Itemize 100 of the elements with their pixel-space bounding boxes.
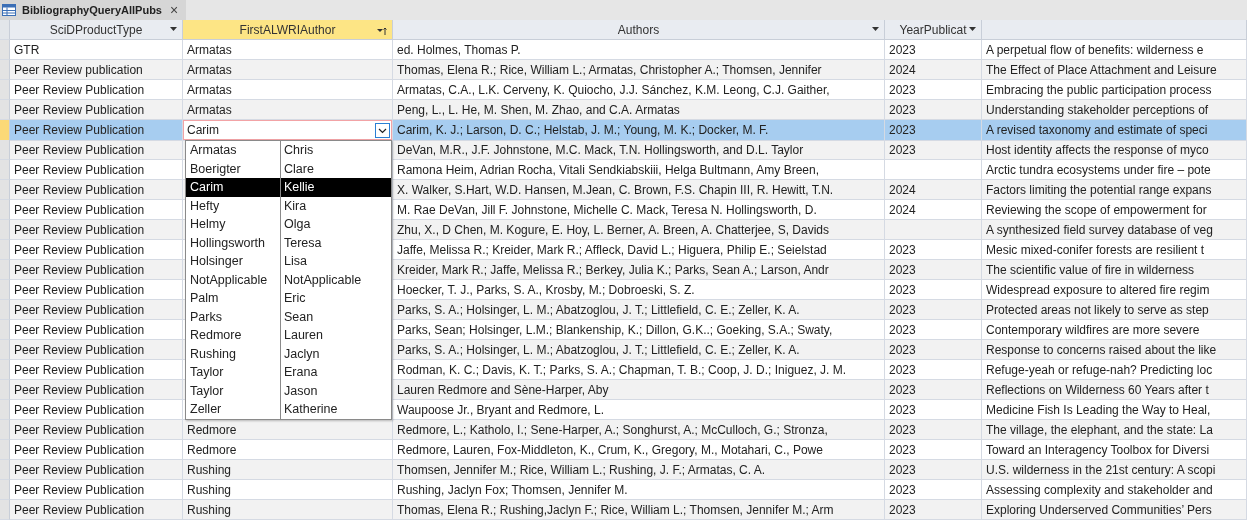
table-cell: Rushing xyxy=(187,462,232,477)
sort-ascending-icon[interactable] xyxy=(377,27,387,35)
record-selector[interactable] xyxy=(0,40,10,60)
record-selector[interactable] xyxy=(0,400,10,420)
dropdown-option[interactable]: Taylor Jason xyxy=(186,381,391,400)
table-cell: 2023 xyxy=(889,342,916,357)
record-selector[interactable] xyxy=(0,460,10,480)
table-cell: 2023 xyxy=(889,362,916,377)
dropdown-arrow-icon[interactable] xyxy=(872,27,879,31)
table-cell: Peer Review Publication xyxy=(14,482,145,497)
table-cell: Peng, L., L. He, M. Shen, M. Zhao, and C.A. Armatas xyxy=(397,102,680,117)
record-selector[interactable] xyxy=(0,160,10,180)
table-cell: Arctic tundra ecosystems under fire – pote xyxy=(986,162,1211,177)
dropdown-option[interactable]: Armatas Chris xyxy=(186,141,391,160)
table-cell: Peer Review Publication xyxy=(14,322,145,337)
table-cell: Peer Review Publication xyxy=(14,123,145,137)
record-selector[interactable] xyxy=(0,320,10,340)
table-cell: ed. Holmes, Thomas P. xyxy=(397,42,521,57)
dropdown-option[interactable]: NotApplicable NotApplicable xyxy=(186,270,391,289)
dropdown-option[interactable]: Palm Eric xyxy=(186,289,391,308)
dropdown-arrow-icon[interactable] xyxy=(969,27,976,31)
table-cell: Parks, Sean; Holsinger, L.M.; Blankenship, K.; Dillon, G.K..; Goeking, S.A.; Swaty, xyxy=(397,322,833,337)
record-selector[interactable] xyxy=(0,80,10,100)
table-cell: Peer Review Publication xyxy=(14,502,145,517)
record-selector[interactable] xyxy=(0,480,10,500)
table-cell: Rodman, K. C.; Davis, K. T.; Parks, S. A.; Chapman, T. B.; Coop, J. D.; Iniguez, J. M. xyxy=(397,362,847,377)
record-selector[interactable] xyxy=(0,420,10,440)
table-cell: Contemporary wildfires are more severe xyxy=(986,322,1200,337)
table-cell: A synthesized field survey database of veg xyxy=(986,222,1213,237)
dropdown-option[interactable]: Zeller Katherine xyxy=(186,400,391,419)
table-cell: Widespread exposure to altered fire regim xyxy=(986,282,1210,297)
table-cell: Peer Review Publication xyxy=(14,202,145,217)
record-selector[interactable] xyxy=(0,500,10,520)
table-cell: Peer Review Publication xyxy=(14,402,145,417)
table-cell: The Effect of Place Attachment and Leisure xyxy=(986,62,1217,77)
close-button[interactable]: × xyxy=(167,2,181,18)
table-cell: A revised taxonomy and estimate of speci xyxy=(986,123,1208,137)
table-cell: Peer Review Publication xyxy=(14,302,145,317)
dropdown-arrow-icon[interactable] xyxy=(170,27,177,31)
table-cell: 2024 xyxy=(889,202,916,217)
table-cell: Parks, S. A.; Holsinger, L. M.; Abatzoglou, J. T.; Littlefield, C. E.; Zeller, K. A. xyxy=(397,342,800,357)
table-cell: DeVan, M.R., J.F. Johnstone, M.C. Mack, T.N. Hollingsworth, and D.L. Taylor xyxy=(397,142,804,157)
dropdown-option[interactable]: Hollingsworth Teresa xyxy=(186,233,391,252)
dropdown-option[interactable]: Taylor Erana xyxy=(186,363,391,382)
table-cell: X. Walker, S.Hart, W.D. Hansen, M.Jean, C. Brown, F.S. Chapin III, R. Hewitt, T.N. xyxy=(397,182,834,197)
dropdown-option[interactable]: Redmore Lauren xyxy=(186,326,391,345)
record-selector[interactable] xyxy=(0,260,10,280)
record-selector[interactable] xyxy=(0,440,10,460)
table-cell: Peer Review Publication xyxy=(14,242,145,257)
table-cell: Peer Review Publication xyxy=(14,222,145,237)
table-cell: GTR xyxy=(14,42,40,57)
table-cell: Redmore xyxy=(187,442,237,457)
dropdown-button-icon[interactable] xyxy=(375,122,390,138)
record-selector[interactable] xyxy=(0,280,10,300)
record-selector[interactable] xyxy=(0,380,10,400)
document-tab[interactable]: BibliographyQueryAllPubs × xyxy=(0,0,187,20)
dropdown-option[interactable]: Helmy Olga xyxy=(186,215,391,234)
table-cell: Armatas xyxy=(187,42,232,57)
record-selector[interactable] xyxy=(0,200,10,220)
table-cell: 2023 xyxy=(889,402,916,417)
column-header[interactable]: FirstALWRIAuthor xyxy=(183,20,393,40)
record-selector[interactable] xyxy=(0,220,10,240)
dropdown-option[interactable]: Carim Kellie xyxy=(186,178,391,197)
table-cell: Armatas xyxy=(187,102,232,117)
table-cell: 2023 xyxy=(889,282,916,297)
author-combo-box[interactable]: Carim xyxy=(183,120,392,140)
record-selector[interactable] xyxy=(0,180,10,200)
dropdown-option[interactable]: Rushing Jaclyn xyxy=(186,344,391,363)
table-cell: Peer Review publication xyxy=(14,62,143,77)
table-cell: 2023 xyxy=(889,442,916,457)
table-cell: Peer Review Publication xyxy=(14,142,145,157)
table-cell: Response to concerns raised about the like xyxy=(986,342,1217,357)
table-cell: Kreider, Mark R.; Jaffe, Melissa R.; Berkey, Julia K.; Parks, Sean A.; Larson, Andr xyxy=(397,262,829,277)
table-cell: Redmore, Lauren, Fox-Middleton, K., Crum, K., Gregory, M., Motahari, C., Powe xyxy=(397,442,823,457)
table-cell: Waupoose Jr., Bryant and Redmore, L. xyxy=(397,402,604,417)
dropdown-option[interactable]: Parks Sean xyxy=(186,307,391,326)
table-cell: The village, the elephant, and the state: La xyxy=(986,422,1213,437)
table-cell: Medicine Fish Is Leading the Way to Heal, xyxy=(986,402,1211,417)
table-cell: Protected areas not likely to serve as step xyxy=(986,302,1209,317)
table-cell: A perpetual flow of benefits: wilderness e xyxy=(986,42,1204,57)
table-cell: 2023 xyxy=(889,422,916,437)
dropdown-option[interactable]: Holsinger Lisa xyxy=(186,252,391,271)
record-selector[interactable] xyxy=(0,140,10,160)
table-cell: 2023 xyxy=(889,142,916,157)
record-selector[interactable] xyxy=(0,100,10,120)
table-cell: Armatas xyxy=(187,62,232,77)
table-cell: 2023 xyxy=(889,382,916,397)
table-cell: Thomsen, Jennifer M.; Rice, William L.; Rushing, J. F.; Armatas, C. A. xyxy=(397,462,766,477)
table-cell: The scientific value of fire in wilderness xyxy=(986,262,1195,277)
record-selector[interactable] xyxy=(0,340,10,360)
record-selector[interactable] xyxy=(0,240,10,260)
table-cell: Hoecker, T. J., Parks, S. A., Krosby, M.; Dobroeski, S. Z. xyxy=(397,282,695,297)
dropdown-option[interactable]: Hefty Kira xyxy=(186,196,391,215)
record-selector[interactable] xyxy=(0,300,10,320)
select-all-corner[interactable] xyxy=(0,20,10,40)
record-selector[interactable] xyxy=(0,60,10,80)
table-cell: Zhu, X., D Chen, M. Kogure, E. Hoy, L. Berner, A. Breen, A. Chatterjee, S, Davids xyxy=(397,222,829,237)
record-selector[interactable] xyxy=(0,120,10,141)
record-selector[interactable] xyxy=(0,360,10,380)
table-cell: Armatas, C.A., L.K. Cerveny, K. Quiocho, J.J. Sánchez, K.M. Leong, C.J. Gaither, xyxy=(397,82,830,97)
